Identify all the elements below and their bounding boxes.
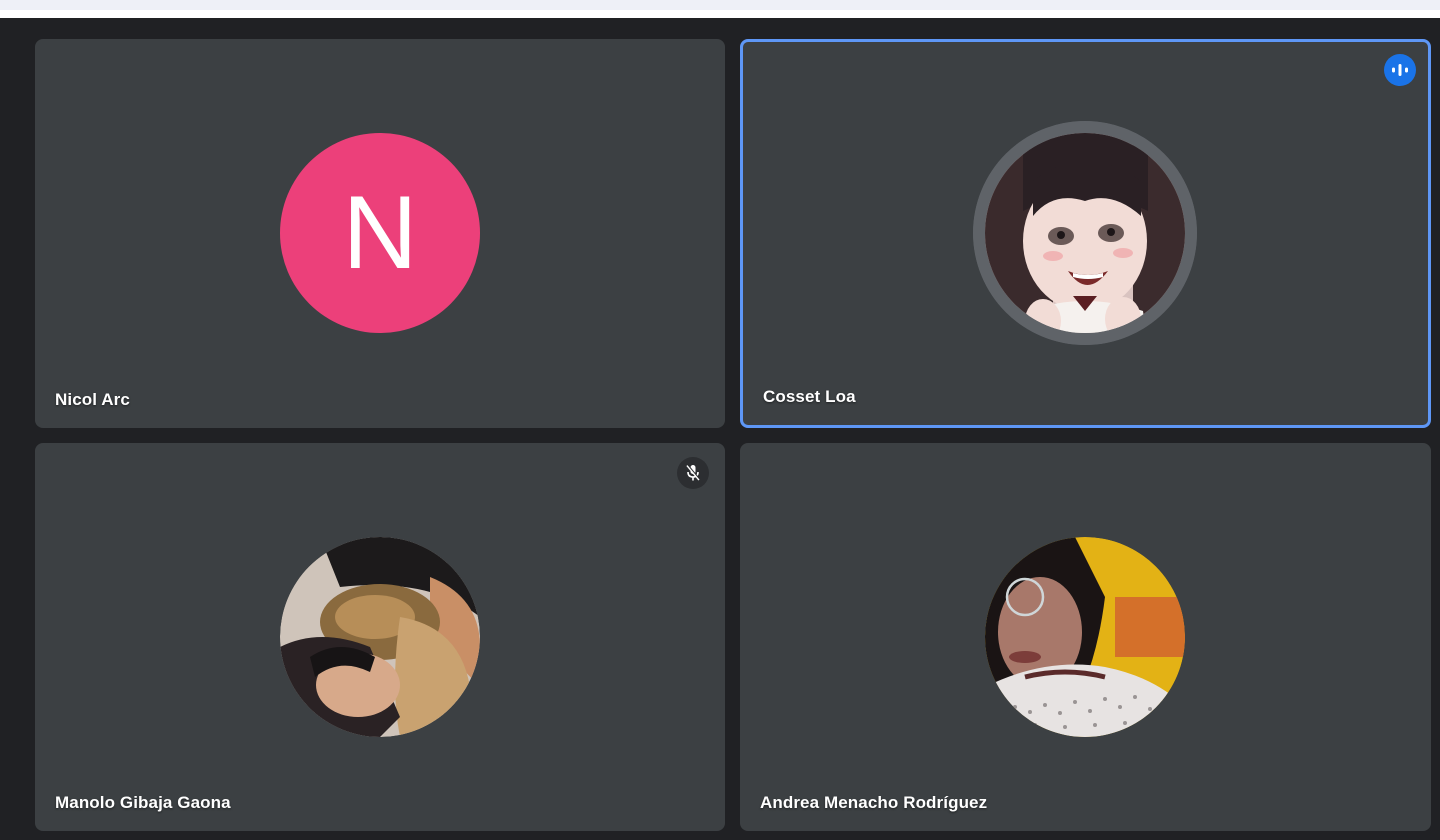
avatar [985, 537, 1185, 737]
mic-off-icon [677, 457, 709, 489]
anime-character-avatar-icon [973, 121, 1197, 345]
participant-tile-nicol-arc[interactable]: N Nicol Arc [35, 39, 725, 428]
participant-tile-cosset-loa[interactable]: Cosset Loa [740, 39, 1431, 428]
browser-top-strip [0, 0, 1440, 10]
participant-name: Andrea Menacho Rodríguez [760, 793, 988, 812]
browser-top-edge [0, 10, 1440, 18]
person-with-dog-avatar-icon [280, 537, 480, 737]
avatar-initial: N [342, 175, 418, 291]
avatar: N [280, 133, 480, 333]
person-selfie-avatar-icon [985, 537, 1185, 737]
meeting-grid: N Nicol Arc Cosset Loa Manolo Gibaja Gao… [0, 18, 1440, 840]
participant-name: Nicol Arc [55, 390, 130, 409]
participant-name: Cosset Loa [763, 387, 856, 406]
speaking-indicator-icon [1384, 54, 1416, 86]
avatar [280, 537, 480, 737]
participant-tile-manolo-gibaja-gaona[interactable]: Manolo Gibaja Gaona [35, 443, 725, 831]
avatar [973, 121, 1197, 345]
participant-tile-andrea-menacho-rodriguez[interactable]: Andrea Menacho Rodríguez [740, 443, 1431, 831]
participant-name: Manolo Gibaja Gaona [55, 793, 231, 812]
